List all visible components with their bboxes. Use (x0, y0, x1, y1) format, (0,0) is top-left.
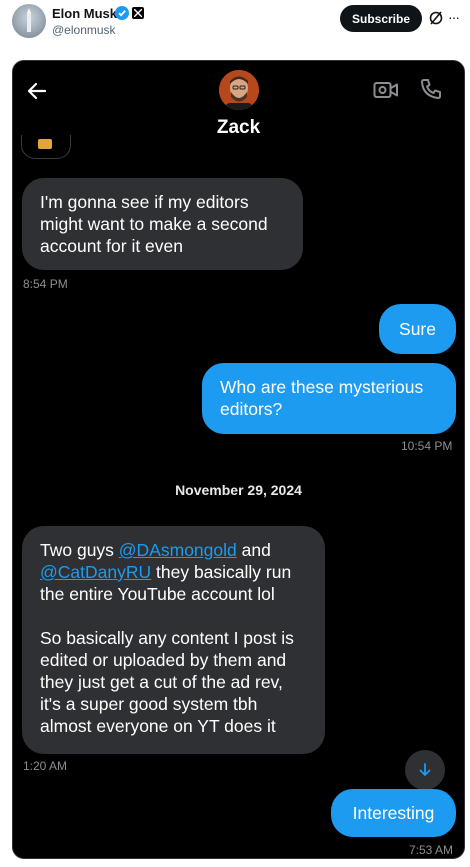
message-bubble-outgoing[interactable]: Who are these mysterious editors? (202, 363, 456, 434)
date-separator: November 29, 2024 (175, 482, 302, 498)
chat-top-bar: Zack (13, 61, 464, 149)
partial-message-bubble (21, 135, 71, 159)
message-text: Two guys (40, 540, 119, 560)
tweet-header: Elon Musk @elonmusk Subscribe ··· (0, 0, 470, 60)
subscribe-button[interactable]: Subscribe (340, 5, 422, 32)
dm-screenshot: Zack I'm gonna see if my editors might w… (12, 60, 465, 859)
message-timestamp: 8:54 PM (23, 277, 68, 291)
x-logo-icon (132, 7, 144, 19)
verified-badge-icon (115, 6, 129, 20)
message-bubble-outgoing[interactable]: Sure (379, 304, 456, 354)
contact-avatar[interactable] (219, 70, 259, 110)
author-name[interactable]: Elon Musk (52, 6, 117, 21)
phone-icon[interactable] (419, 77, 443, 101)
message-timestamp: 1:20 AM (23, 759, 68, 773)
author-avatar[interactable] (12, 4, 46, 38)
message-timestamp: 10:54 PM (401, 439, 453, 453)
scroll-down-button[interactable] (405, 750, 445, 790)
contact-name: Zack (216, 117, 261, 138)
message-bubble-incoming[interactable]: Two guys @DAsmongold and @CatDanyRU they… (22, 526, 325, 754)
grok-icon[interactable] (428, 10, 444, 26)
video-call-icon[interactable] (373, 79, 399, 101)
author-handle[interactable]: @elonmusk (52, 23, 116, 37)
message-timestamp: 7:53 AM (409, 843, 454, 857)
message-text: and (236, 540, 271, 560)
message-bubble-incoming[interactable]: I'm gonna see if my editors might want t… (22, 178, 303, 270)
mention-link[interactable]: @DAsmongold (119, 540, 237, 560)
emoji-sticker (38, 139, 52, 149)
back-arrow-icon[interactable] (25, 79, 49, 103)
mention-link[interactable]: @CatDanyRU (40, 562, 151, 582)
message-bubble-outgoing[interactable]: Interesting (331, 789, 456, 837)
more-options-icon[interactable]: ··· (448, 9, 466, 27)
message-text: So basically any content I post is edite… (40, 628, 294, 736)
